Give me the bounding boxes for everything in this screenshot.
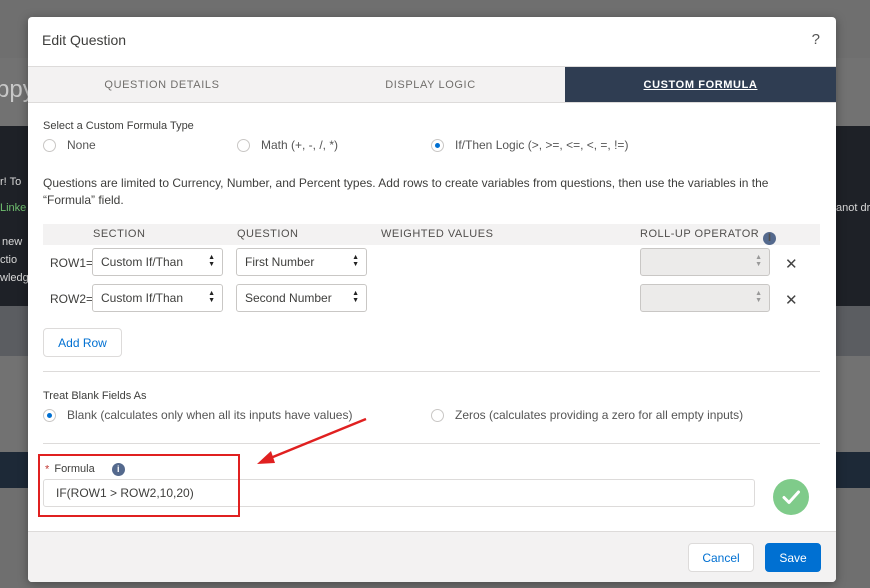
divider (43, 371, 820, 372)
info-icon[interactable]: i (763, 232, 777, 245)
background-text: wledg (0, 272, 29, 284)
radio-none[interactable]: None (43, 138, 96, 152)
divider (43, 443, 820, 444)
tab-custom-formula[interactable]: CUSTOM FORMULA (565, 67, 836, 102)
background-text: anot dr (836, 202, 870, 214)
updown-arrows-icon: ▲ ▼ (208, 290, 215, 304)
modal-header: Edit Question ? (28, 17, 836, 67)
remove-row-icon[interactable]: ✕ (785, 291, 798, 309)
checkmark-icon (773, 479, 809, 515)
updown-arrows-icon: ▲ ▼ (755, 254, 762, 268)
header-question: QUESTION (237, 228, 299, 240)
radio-zeros[interactable]: Zeros (calculates providing a zero for a… (431, 408, 743, 422)
header-rollup-label: ROLL-UP OPERATOR (640, 228, 760, 240)
question-select-value: First Number (245, 255, 315, 269)
cancel-button[interactable]: Cancel (688, 543, 754, 572)
annotation-highlight-box (38, 454, 240, 517)
radio-button[interactable] (43, 138, 56, 152)
header-rollup-operator: ROLL-UP OPERATOR i (640, 228, 777, 245)
background-text: ctio (0, 254, 18, 266)
variables-grid-header: SECTION QUESTION WEIGHTED VALUES ROLL-UP… (43, 224, 820, 245)
tab-question-details[interactable]: QUESTION DETAILS (28, 67, 296, 102)
radio-label: Math (+, -, /, *) (261, 138, 339, 152)
radio-label: Blank (calculates only when all its inpu… (67, 408, 353, 422)
rollup-operator-select: ▲ ▼ (640, 284, 770, 312)
save-button[interactable]: Save (765, 543, 821, 572)
add-row-button[interactable]: Add Row (43, 328, 122, 357)
updown-arrows-icon: ▲ ▼ (352, 290, 359, 304)
row-variable-label: ROW2= (50, 292, 94, 306)
radio-if-then[interactable]: If/Then Logic (>, >=, <=, <, =, !=) (431, 138, 628, 152)
background-text: new (2, 236, 23, 248)
radio-button[interactable] (431, 138, 444, 152)
remove-row-icon[interactable]: ✕ (785, 255, 798, 273)
radio-label: None (67, 138, 96, 152)
tab-bar: QUESTION DETAILS DISPLAY LOGIC CUSTOM FO… (28, 67, 836, 103)
radio-math[interactable]: Math (+, -, /, *) (237, 138, 338, 152)
radio-button[interactable] (431, 408, 444, 422)
radio-button[interactable] (237, 138, 250, 152)
section-select[interactable]: Custom If/Than ▲ ▼ (92, 284, 223, 312)
background-text: r! To (0, 176, 22, 188)
modal-title: Edit Question (42, 32, 127, 48)
formula-type-label: Select a Custom Formula Type (43, 120, 194, 132)
section-select-value: Custom If/Than (101, 291, 184, 305)
radio-button[interactable] (43, 408, 56, 422)
updown-arrows-icon: ▲ ▼ (755, 290, 762, 304)
header-weighted-values: WEIGHTED VALUES (381, 228, 494, 240)
radio-label: If/Then Logic (>, >=, <=, <, =, !=) (455, 138, 629, 152)
section-select-value: Custom If/Than (101, 255, 184, 269)
header-section: SECTION (93, 228, 146, 240)
question-select[interactable]: First Number ▲ ▼ (236, 248, 367, 276)
section-select[interactable]: Custom If/Than ▲ ▼ (92, 248, 223, 276)
help-icon[interactable]: ? (812, 31, 820, 48)
updown-arrows-icon: ▲ ▼ (352, 254, 359, 268)
row-variable-label: ROW1= (50, 256, 94, 270)
question-select[interactable]: Second Number ▲ ▼ (236, 284, 367, 312)
radio-label: Zeros (calculates providing a zero for a… (455, 408, 744, 422)
rollup-operator-select: ▲ ▼ (640, 248, 770, 276)
radio-blank[interactable]: Blank (calculates only when all its inpu… (43, 408, 352, 422)
question-select-value: Second Number (245, 291, 332, 305)
help-note: Questions are limited to Currency, Numbe… (43, 176, 769, 207)
blank-fields-label: Treat Blank Fields As (43, 390, 147, 402)
tab-display-logic[interactable]: DISPLAY LOGIC (296, 67, 565, 102)
background-link: Linke (0, 202, 27, 214)
modal-footer: Cancel Save (28, 531, 836, 582)
updown-arrows-icon: ▲ ▼ (208, 254, 215, 268)
